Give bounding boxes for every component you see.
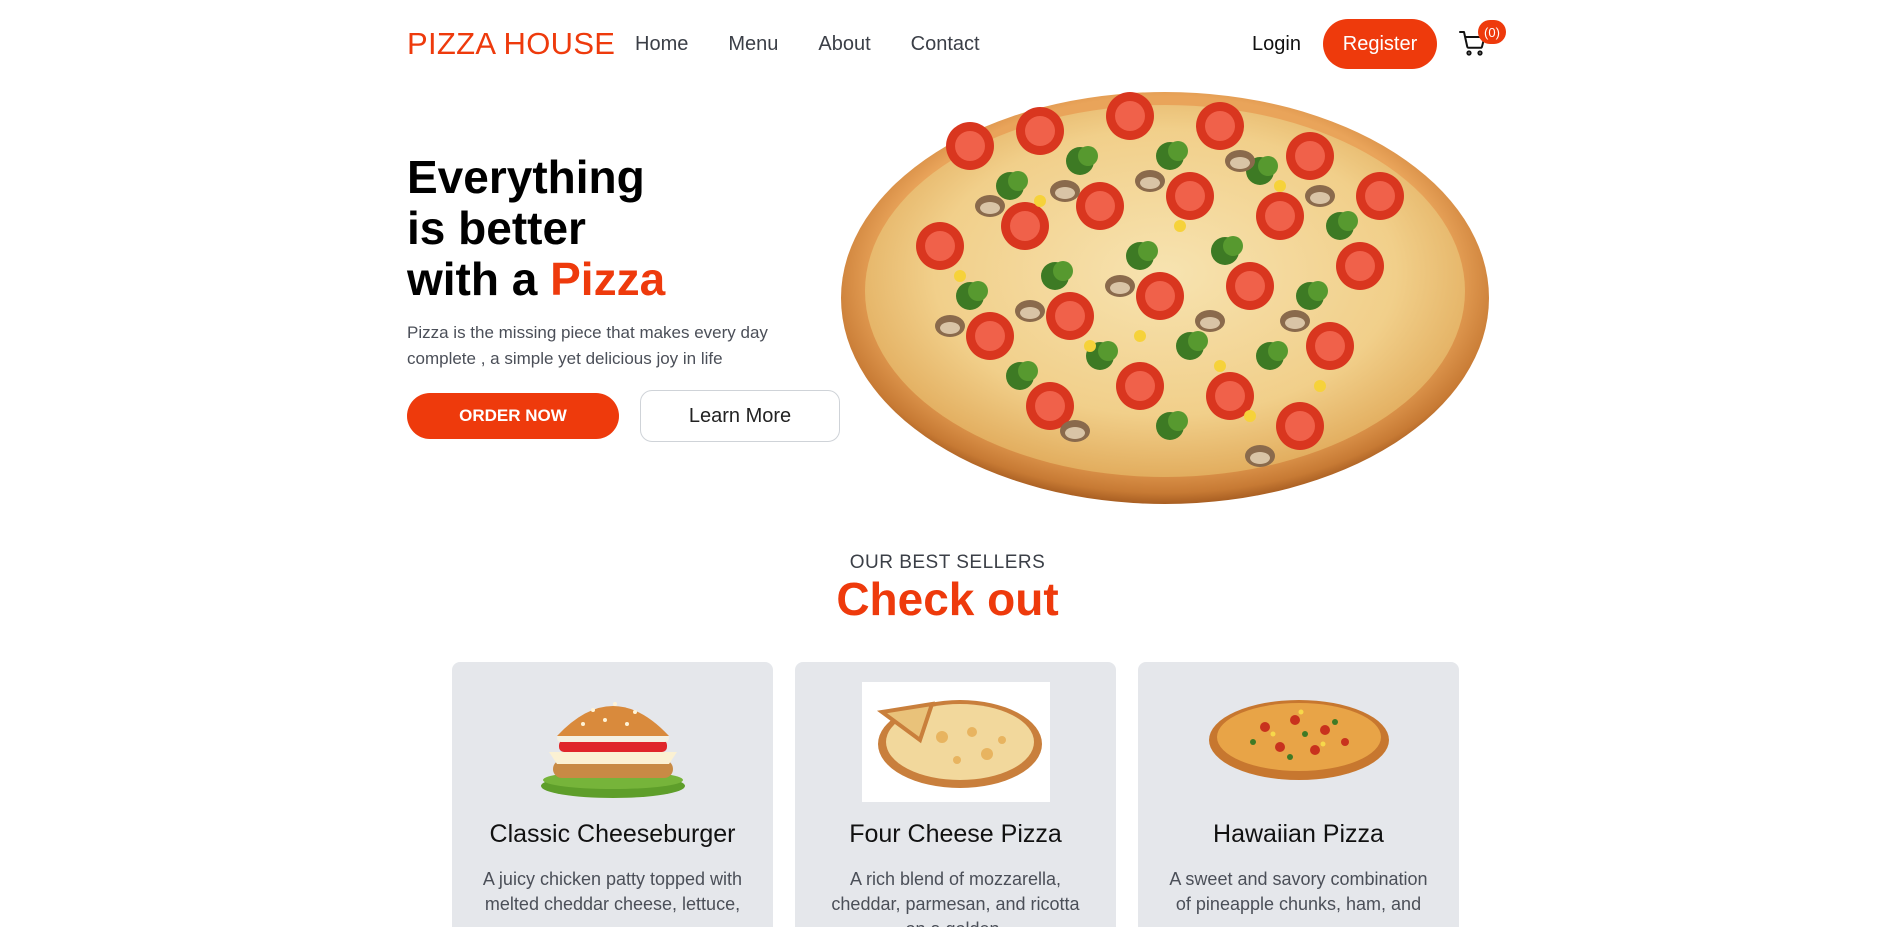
nav-link-home[interactable]: Home [635, 33, 688, 56]
navbar: PIZZA HOUSE Home Menu About Contact Logi… [0, 0, 1895, 90]
hero-description: Pizza is the missing piece that makes ev… [407, 323, 768, 368]
product-name: Four Cheese Pizza [849, 820, 1062, 848]
hero-title-line3-prefix: with a [407, 253, 551, 305]
burger-image [540, 702, 685, 798]
hero-pizza-image [841, 92, 1489, 504]
hero-title: Everything is better with a Pizza [407, 152, 665, 305]
hawaiian-pizza-image [1208, 700, 1389, 780]
nav-link-menu[interactable]: Menu [728, 33, 778, 56]
hero-title-accent: Pizza [550, 253, 666, 305]
order-now-button[interactable]: ORDER NOW [407, 393, 619, 439]
nav-link-about[interactable]: About [818, 33, 870, 56]
logo[interactable]: PIZZA HOUSE [407, 26, 615, 62]
product-description: A sweet and savory combination of pineap… [1169, 869, 1428, 914]
product-description: A rich blend of mozzarella, cheddar, par… [831, 869, 1080, 927]
product-card-hawaiian-pizza[interactable]: Hawaiian Pizza A sweet and savory combin… [1138, 662, 1459, 927]
login-link[interactable]: Login [1252, 33, 1301, 56]
cart-count-badge: (0) [1478, 20, 1506, 44]
product-card-four-cheese-pizza[interactable]: Four Cheese Pizza A rich blend of mozzar… [795, 662, 1116, 927]
nav-link-contact[interactable]: Contact [911, 33, 980, 56]
learn-more-button[interactable]: Learn More [640, 390, 840, 442]
product-card-cheeseburger[interactable]: Classic Cheeseburger A juicy chicken pat… [452, 662, 773, 927]
product-name: Classic Cheeseburger [489, 820, 736, 848]
product-description: A juicy chicken patty topped with melted… [482, 869, 743, 914]
section-title: Check out [836, 573, 1059, 625]
nav-links: Home Menu About Contact [635, 33, 980, 56]
four-cheese-pizza-image [861, 682, 1050, 802]
register-button[interactable]: Register [1323, 19, 1437, 69]
hero-title-line2: is better [407, 202, 586, 254]
product-name: Hawaiian Pizza [1213, 820, 1384, 848]
hero-title-line1: Everything [407, 151, 645, 203]
section-subtitle: OUR BEST SELLERS [849, 552, 1046, 573]
